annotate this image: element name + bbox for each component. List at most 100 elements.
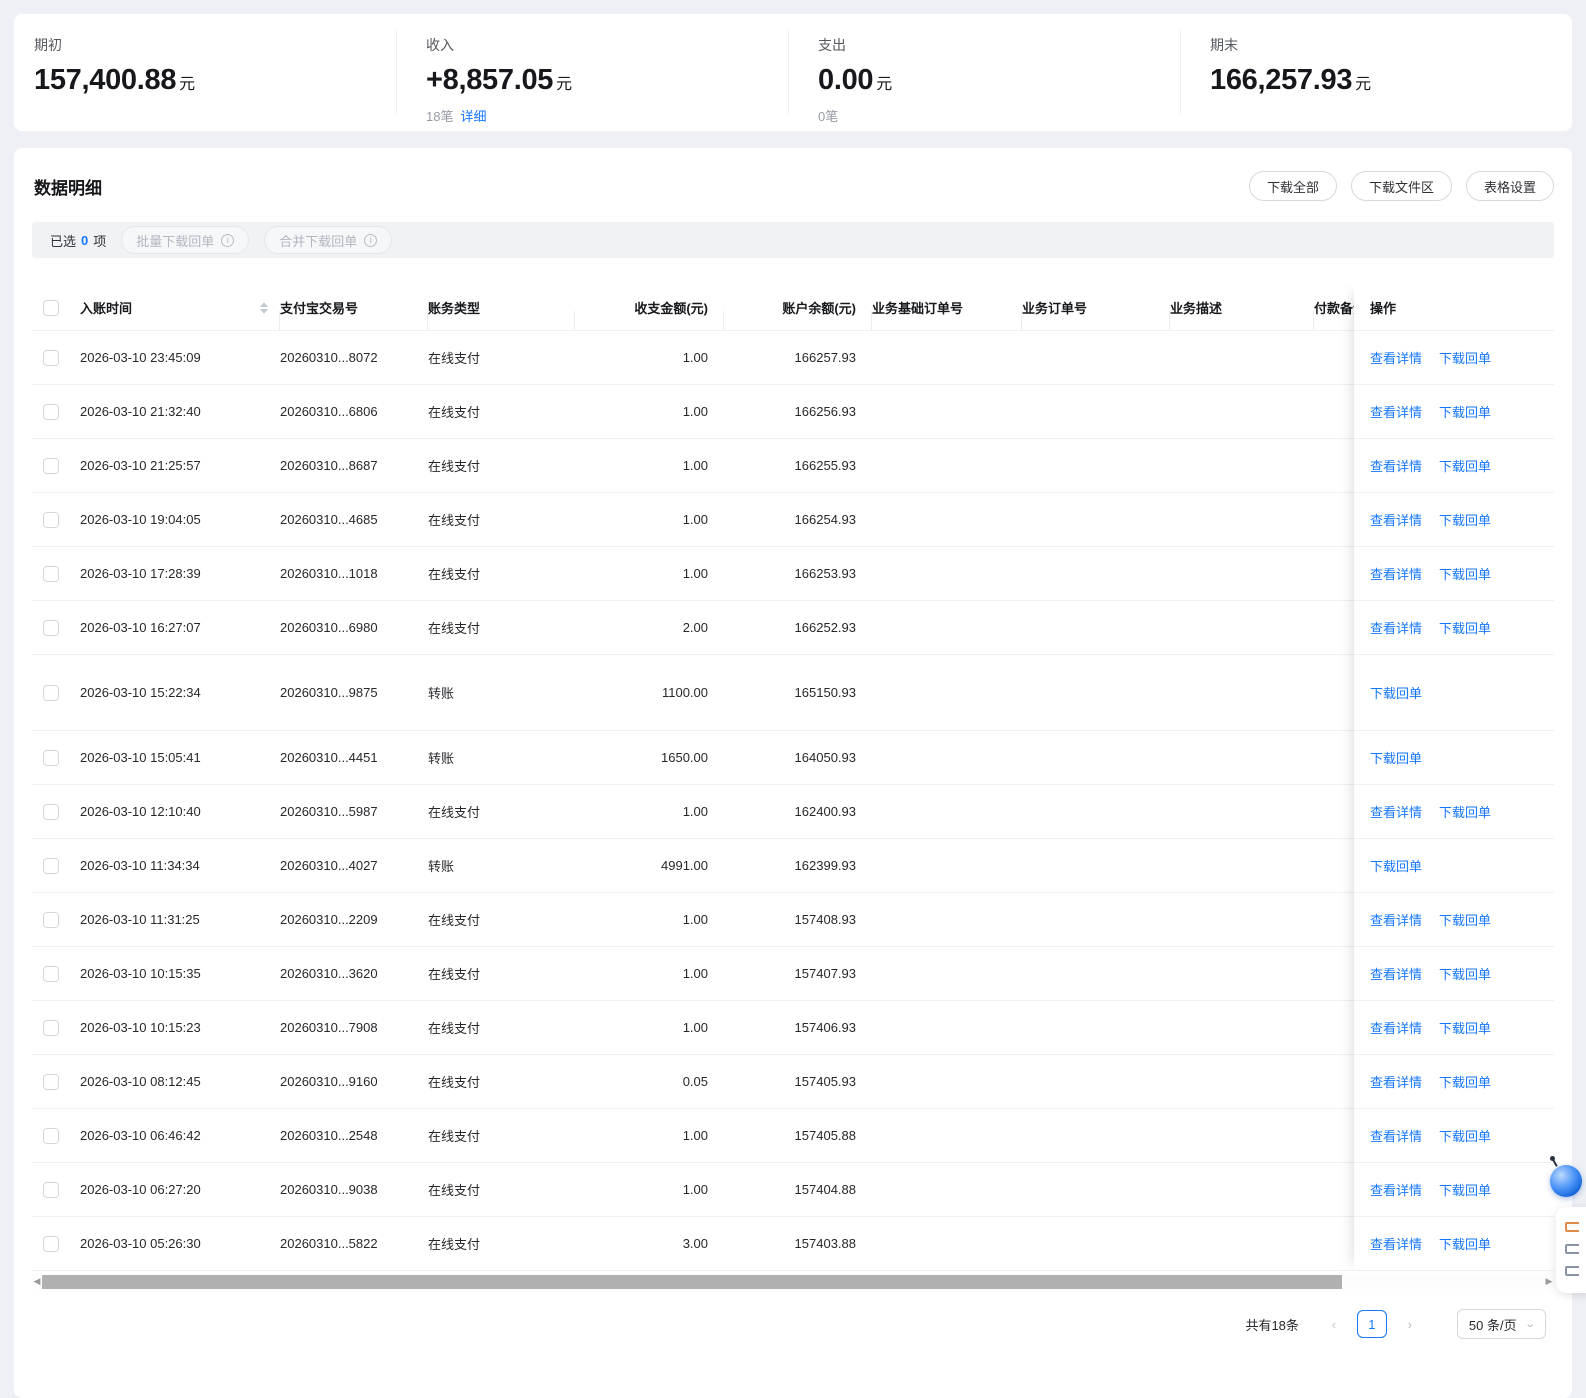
view-details-link[interactable]: 查看详情 xyxy=(1370,564,1422,583)
download-receipt-link[interactable]: 下载回单 xyxy=(1439,564,1491,583)
assistant-menu-item-icon[interactable] xyxy=(1565,1222,1579,1234)
row-checkbox[interactable] xyxy=(43,1019,59,1036)
page-number-button[interactable]: 1 xyxy=(1356,1310,1387,1338)
view-details-link[interactable]: 查看详情 xyxy=(1370,510,1422,529)
merge-download-button[interactable]: 合并下载回单 i xyxy=(264,226,393,254)
assistant-menu-item-icon[interactable] xyxy=(1565,1244,1579,1256)
cell-txn-id: 20260310...6806 xyxy=(280,404,378,419)
sort-icon[interactable] xyxy=(260,301,268,314)
download-receipt-link[interactable]: 下载回单 xyxy=(1370,856,1422,875)
cell-amount: 1.00 xyxy=(682,1182,708,1197)
cell-amount: 1.00 xyxy=(682,458,708,473)
row-checkbox[interactable] xyxy=(43,803,59,820)
row-checkbox[interactable] xyxy=(43,403,59,420)
selection-suffix: 项 xyxy=(93,233,107,249)
view-details-link[interactable]: 查看详情 xyxy=(1370,1072,1422,1091)
cell-balance: 166254.93 xyxy=(794,512,856,527)
row-checkbox[interactable] xyxy=(43,349,59,366)
row-checkbox-cell xyxy=(32,1181,80,1198)
download-receipt-link[interactable]: 下载回单 xyxy=(1439,510,1491,529)
row-checkbox[interactable] xyxy=(43,1073,59,1090)
page-size-select[interactable]: 50 条/页 ⌄ xyxy=(1456,1309,1546,1339)
cell-biz-type: 转账 xyxy=(428,686,455,701)
assistant-floating-icon[interactable] xyxy=(1550,1156,1582,1197)
download-receipt-link[interactable]: 下载回单 xyxy=(1439,964,1491,983)
row-checkbox[interactable] xyxy=(43,1127,59,1144)
download-receipt-link[interactable]: 下载回单 xyxy=(1439,348,1491,367)
view-details-link[interactable]: 查看详情 xyxy=(1370,1126,1422,1145)
row-checkbox[interactable] xyxy=(43,1181,59,1198)
next-page-icon[interactable]: › xyxy=(1399,1317,1421,1332)
table-settings-button[interactable]: 表格设置 xyxy=(1465,171,1554,201)
info-icon: i xyxy=(221,233,235,247)
row-checkbox[interactable] xyxy=(43,684,59,701)
scrollbar-left-arrow-icon[interactable]: ◀ xyxy=(32,1274,42,1289)
row-checkbox[interactable] xyxy=(43,749,59,766)
column-header-biz-desc: 业务描述 xyxy=(1170,298,1314,331)
download-receipt-link[interactable]: 下载回单 xyxy=(1439,1234,1491,1253)
row-checkbox[interactable] xyxy=(43,911,59,928)
row-checkbox[interactable] xyxy=(43,565,59,582)
view-details-link[interactable]: 查看详情 xyxy=(1370,910,1422,929)
row-actions-cell: 查看详情 下载回单 xyxy=(1354,1163,1554,1217)
download-receipt-link[interactable]: 下载回单 xyxy=(1439,456,1491,475)
scrollbar-thumb[interactable] xyxy=(42,1274,1342,1289)
batch-download-button[interactable]: 批量下载回单 i xyxy=(121,226,250,254)
download-receipt-link[interactable]: 下载回单 xyxy=(1370,683,1422,702)
summary-income-label: 收入 xyxy=(426,37,454,53)
download-receipt-link[interactable]: 下载回单 xyxy=(1439,618,1491,637)
column-header-time[interactable]: 入账时间 xyxy=(80,298,280,331)
expense-amount: 0.00 xyxy=(818,64,874,96)
cell-entry-time: 2026-03-10 23:45:09 xyxy=(80,350,201,365)
table-row: 2026-03-10 06:46:42 20260310...2548 在线支付 1.… xyxy=(32,1109,1512,1163)
opening-amount: 157,400.88 xyxy=(34,64,177,96)
view-details-link[interactable]: 查看详情 xyxy=(1370,802,1422,821)
cell-entry-time: 2026-03-10 06:27:20 xyxy=(80,1182,201,1197)
assistant-floating-menu[interactable] xyxy=(1556,1207,1586,1293)
download-receipt-link[interactable]: 下载回单 xyxy=(1439,1072,1491,1091)
view-details-link[interactable]: 查看详情 xyxy=(1370,618,1422,637)
cell-entry-time: 2026-03-10 10:15:23 xyxy=(80,1020,201,1035)
scrollbar-right-arrow-icon[interactable]: ▶ xyxy=(1544,1274,1554,1289)
row-actions-cell: 查看详情 下载回单 xyxy=(1354,893,1554,947)
row-checkbox[interactable] xyxy=(43,511,59,528)
view-details-link[interactable]: 查看详情 xyxy=(1370,348,1422,367)
download-receipt-link[interactable]: 下载回单 xyxy=(1439,802,1491,821)
income-unit: 元 xyxy=(556,76,572,93)
row-checkbox-cell xyxy=(32,911,80,928)
row-checkbox[interactable] xyxy=(43,857,59,874)
row-checkbox[interactable] xyxy=(43,965,59,982)
cell-biz-type: 在线支付 xyxy=(428,967,481,982)
cell-amount: 1.00 xyxy=(682,1128,708,1143)
horizontal-scrollbar[interactable]: ◀ ▶ xyxy=(32,1274,1554,1289)
download-receipt-link[interactable]: 下载回单 xyxy=(1439,1126,1491,1145)
view-details-link[interactable]: 查看详情 xyxy=(1370,456,1422,475)
download-receipt-link[interactable]: 下载回单 xyxy=(1439,910,1491,929)
view-details-link[interactable]: 查看详情 xyxy=(1370,964,1422,983)
cell-entry-time: 2026-03-10 11:34:34 xyxy=(80,858,200,873)
assistant-menu-item-icon[interactable] xyxy=(1565,1266,1579,1278)
cell-balance: 157408.93 xyxy=(794,912,856,927)
download-receipt-link[interactable]: 下载回单 xyxy=(1370,748,1422,767)
download-all-button[interactable]: 下载全部 xyxy=(1248,171,1337,201)
view-details-link[interactable]: 查看详情 xyxy=(1370,1018,1422,1037)
row-checkbox[interactable] xyxy=(43,619,59,636)
table-row: 2026-03-10 21:25:57 20260310...8687 在线支付 1.… xyxy=(32,439,1512,493)
download-zone-button[interactable]: 下载文件区 xyxy=(1350,171,1452,201)
column-header-balance: 账户余额(元) xyxy=(724,298,872,331)
cell-balance: 166255.93 xyxy=(794,458,856,473)
download-receipt-link[interactable]: 下载回单 xyxy=(1439,402,1491,421)
download-receipt-link[interactable]: 下载回单 xyxy=(1439,1018,1491,1037)
view-details-link[interactable]: 查看详情 xyxy=(1370,1234,1422,1253)
select-all-checkbox[interactable] xyxy=(43,299,59,316)
view-details-link[interactable]: 查看详情 xyxy=(1370,402,1422,421)
transactions-table: 入账时间 支付宝交易号 账务类型 收支金额(元) 账户余额(元) 业务基础订单号… xyxy=(32,285,1554,1271)
row-checkbox-cell xyxy=(32,965,80,982)
row-checkbox[interactable] xyxy=(43,457,59,474)
download-receipt-link[interactable]: 下载回单 xyxy=(1439,1180,1491,1199)
cell-biz-type: 在线支付 xyxy=(428,805,481,820)
row-checkbox[interactable] xyxy=(43,1235,59,1252)
prev-page-icon[interactable]: ‹ xyxy=(1323,1317,1345,1332)
income-detail-link[interactable]: 详细 xyxy=(460,109,486,124)
view-details-link[interactable]: 查看详情 xyxy=(1370,1180,1422,1199)
